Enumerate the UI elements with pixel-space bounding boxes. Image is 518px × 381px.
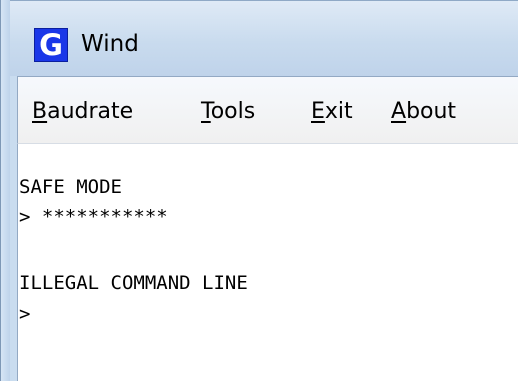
app-window: G Wind Baudrate Tools Exit About SAFE MO… (0, 0, 518, 381)
window-left-frame (0, 0, 10, 381)
menu-exit[interactable]: Exit (311, 97, 353, 127)
menu-tools[interactable]: Tools (201, 97, 255, 127)
menu-tools-mnemonic: T (201, 99, 211, 124)
console-line: ILLEGAL COMMAND LINE (19, 272, 248, 294)
menu-baudrate-label: audrate (47, 99, 134, 124)
menu-baudrate[interactable]: Baudrate (32, 97, 133, 127)
window-title: Wind (81, 31, 139, 57)
title-bar[interactable]: G Wind (0, 0, 518, 76)
console-output[interactable]: SAFE MODE > *********** ILLEGAL COMMAND … (19, 170, 514, 375)
menu-bar: Baudrate Tools Exit About (17, 76, 518, 144)
menu-about-mnemonic: A (391, 99, 407, 124)
menu-about[interactable]: About (391, 97, 456, 127)
console-prompt: > (19, 303, 31, 325)
menu-exit-mnemonic: E (311, 99, 325, 124)
console-line: SAFE MODE (19, 176, 122, 198)
app-g-icon[interactable]: G (34, 28, 68, 62)
menu-baudrate-mnemonic: B (32, 99, 48, 124)
menu-about-label: bout (406, 99, 457, 124)
menu-exit-label: xit (324, 99, 353, 124)
menu-tools-label: ools (210, 99, 256, 124)
console-line: > *********** (19, 206, 168, 228)
